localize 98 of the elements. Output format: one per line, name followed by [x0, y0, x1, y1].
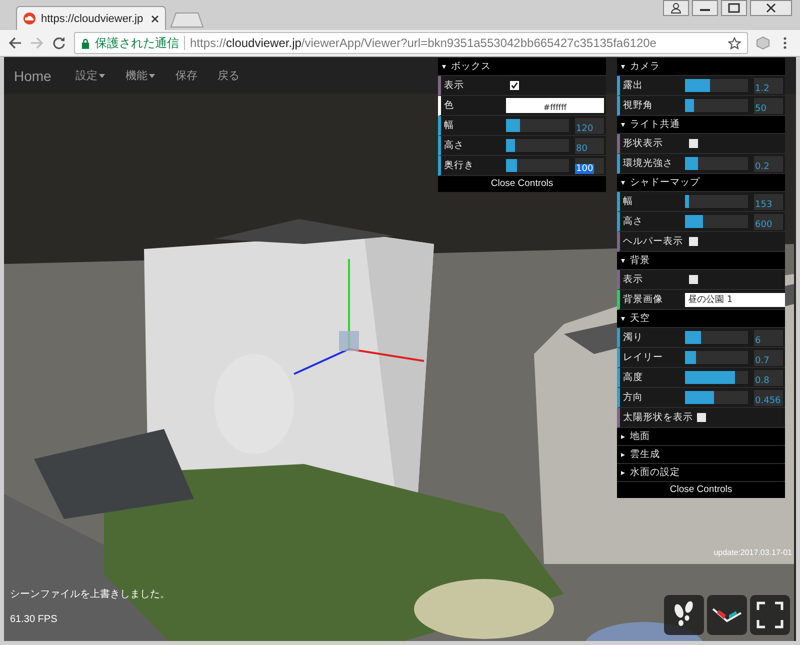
stereo-mode-button[interactable] [707, 595, 747, 635]
nav-link[interactable]: 保存 [175, 68, 198, 83]
folder-title: 天空 [630, 312, 650, 325]
slider-track[interactable] [685, 215, 748, 228]
slider-track[interactable] [685, 157, 748, 170]
folder-title: ライト共通 [630, 118, 680, 131]
folder-header[interactable]: 背景 [617, 252, 785, 270]
fullscreen-button[interactable] [750, 595, 790, 635]
slider-track[interactable] [506, 159, 569, 172]
number-field[interactable]: 0.7 [754, 350, 783, 366]
folder-title: ボックス [451, 60, 491, 73]
folder-header[interactable]: ボックス [438, 58, 606, 76]
control-label: 表示 [444, 79, 465, 92]
cloud-logo-icon [23, 12, 36, 25]
slider-track[interactable] [685, 331, 748, 344]
number-field[interactable]: 120 [575, 118, 604, 134]
maximize-icon[interactable] [721, 0, 747, 16]
slider-track[interactable] [685, 391, 748, 404]
close-icon[interactable] [151, 14, 159, 22]
nav-link[interactable]: 戻る [217, 68, 240, 83]
control-label: 幅 [444, 119, 455, 132]
number-field[interactable]: 600 [754, 214, 783, 230]
checkbox[interactable] [689, 237, 698, 246]
control-label: 高さ [444, 139, 465, 152]
folder-title: カメラ [630, 60, 660, 73]
control-label: 方向 [623, 391, 644, 404]
folder-title: 地面 [630, 430, 650, 443]
slider-track[interactable] [506, 139, 569, 152]
control-label: 幅 [623, 195, 634, 208]
control-label: 形状表示 [623, 137, 664, 150]
slider-track[interactable] [685, 99, 748, 112]
folder-header[interactable]: シャドーマップ [617, 174, 785, 192]
folder-title: 雲生成 [630, 448, 660, 461]
checkbox[interactable] [689, 139, 698, 148]
reload-icon[interactable] [52, 36, 66, 50]
control-label: 視野角 [623, 99, 654, 112]
folder-header[interactable]: 地面 [617, 428, 785, 446]
number-field[interactable]: 0.8 [754, 370, 783, 386]
number-field[interactable]: 6 [754, 330, 783, 346]
folder-header[interactable]: 水面の設定 [617, 464, 785, 482]
close-controls-button[interactable]: Close Controls [438, 176, 606, 192]
folder-header[interactable]: カメラ [617, 58, 785, 76]
number-field[interactable]: 100 [575, 158, 604, 174]
control-label: 奥行き [444, 159, 475, 172]
checkbox[interactable] [697, 413, 706, 422]
slider-track[interactable] [685, 351, 748, 364]
control-label: 露出 [623, 79, 644, 92]
number-field[interactable]: 153 [754, 194, 783, 210]
slider-track[interactable] [685, 371, 748, 384]
browser-tab[interactable]: https://cloudviewer.jp [16, 6, 166, 30]
lock-icon [81, 38, 90, 48]
fullscreen-icon [754, 599, 786, 631]
update-label: update:2017.03.17-01 [714, 548, 792, 557]
slider-track[interactable] [506, 119, 569, 132]
checkbox[interactable] [689, 275, 698, 284]
nav-link[interactable]: 設定 [75, 68, 106, 83]
control-label: レイリー [623, 351, 664, 364]
close-controls-button[interactable]: Close Controls [617, 482, 785, 498]
control-label: 表示 [623, 273, 644, 286]
walk-mode-button[interactable] [664, 595, 704, 635]
folder-title: 背景 [630, 254, 650, 267]
back-arrow-icon[interactable] [8, 36, 22, 50]
fps-counter: 61.30 FPS [10, 614, 58, 625]
number-field[interactable]: 0.2 [754, 156, 783, 172]
folder-title: 水面の設定 [630, 466, 680, 479]
checkbox[interactable] [510, 81, 519, 90]
address-bar[interactable]: 保護された通信 https://cloudviewer.jp/viewerApp/Viewer?url=bkn9351a553042bb665427c35135fa6120e [74, 32, 748, 54]
folder-header[interactable]: ライト共通 [617, 116, 785, 134]
minimize-icon[interactable] [692, 0, 718, 16]
user-icon[interactable] [663, 0, 689, 16]
folder-header[interactable]: 雲生成 [617, 446, 785, 464]
number-field[interactable]: 0.456 [754, 390, 783, 406]
control-label: 背景画像 [623, 293, 664, 306]
slider-track[interactable] [685, 79, 748, 92]
slider-track[interactable] [685, 195, 748, 208]
control-label: 濁り [623, 331, 644, 344]
security-label: 保護された通信 [95, 34, 179, 52]
url-text: https://cloudviewer.jp/viewerApp/Viewer?url=bkn9351a553042bb665427c35135fa6120e [190, 36, 658, 50]
number-field[interactable]: 50 [754, 98, 783, 114]
folder-title: シャドーマップ [630, 176, 700, 189]
number-field[interactable]: 80 [575, 138, 604, 154]
control-label: ヘルパー表示 [623, 235, 684, 248]
star-icon[interactable] [728, 36, 741, 50]
tab-title: https://cloudviewer.jp [41, 12, 144, 24]
control-label: 色 [444, 99, 455, 112]
control-label: 高度 [623, 371, 644, 384]
extension-icon[interactable] [756, 36, 770, 50]
text-field[interactable]: 昼の公園 1 [685, 292, 785, 306]
color-field[interactable]: #ffffff [506, 98, 604, 113]
number-field[interactable]: 1.2 [754, 78, 783, 94]
control-label: 環境光強さ [623, 157, 674, 170]
nav-link[interactable]: 機能 [125, 68, 156, 83]
control-label: 太陽形状を表示 [623, 411, 693, 424]
close-icon[interactable] [750, 0, 792, 16]
control-label: 高さ [623, 215, 644, 228]
home-link[interactable]: Home [14, 68, 52, 84]
status-message: シーンファイルを上書きしました。 [10, 588, 170, 601]
folder-header[interactable]: 天空 [617, 310, 785, 328]
